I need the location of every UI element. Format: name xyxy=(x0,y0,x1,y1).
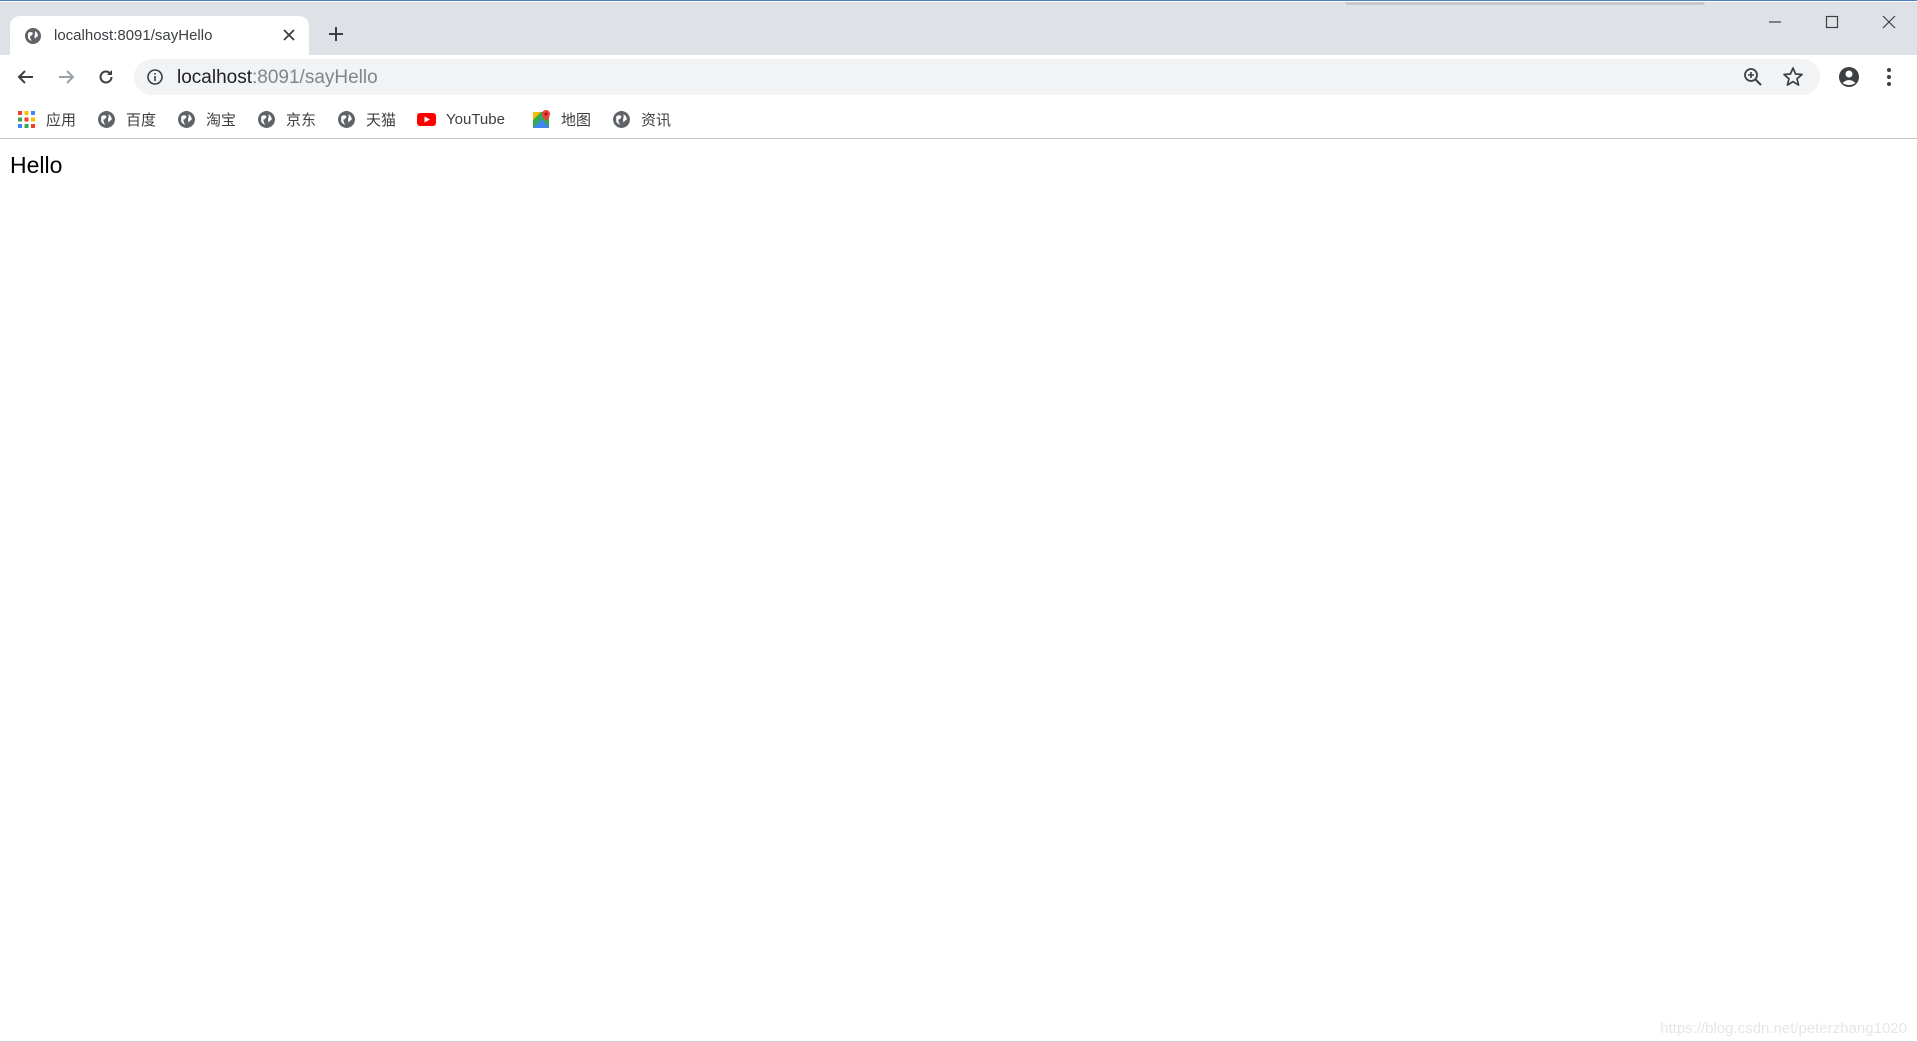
bookmark-youtube[interactable]: YouTube xyxy=(417,108,505,130)
maximize-icon[interactable] xyxy=(1803,3,1860,41)
bookmark-maps[interactable]: 地图 xyxy=(532,108,591,130)
info-icon[interactable] xyxy=(146,68,164,86)
globe-icon xyxy=(24,27,42,45)
bookmark-label: 应用 xyxy=(46,111,77,129)
address-bar[interactable]: localhost:8091/sayHello xyxy=(134,59,1820,95)
close-window-icon[interactable] xyxy=(1860,3,1917,41)
profile-avatar-icon[interactable] xyxy=(1833,61,1865,93)
globe-icon xyxy=(338,110,355,128)
watermark: https://blog.csdn.net/peterzhang1020 xyxy=(1660,1020,1907,1037)
back-arrow-icon[interactable] xyxy=(10,61,42,93)
bookmark-label: 地图 xyxy=(561,111,592,129)
menu-kebab-icon[interactable] xyxy=(1873,61,1905,93)
tab-title: localhost:8091/sayHello xyxy=(54,27,213,44)
close-tab-icon[interactable] xyxy=(278,24,300,46)
new-tab-icon[interactable] xyxy=(322,20,350,48)
maps-icon xyxy=(533,109,550,128)
url-text[interactable]: localhost:8091/sayHello xyxy=(177,67,378,89)
bookmark-label: 天猫 xyxy=(366,111,397,129)
browser-toolbar: localhost:8091/sayHello xyxy=(0,55,1917,99)
window-drag-indicator xyxy=(1345,2,1705,5)
globe-icon xyxy=(613,110,630,128)
globe-icon xyxy=(258,110,275,128)
bookmark-news[interactable]: 资讯 xyxy=(612,108,671,130)
bookmark-taobao[interactable]: 淘宝 xyxy=(177,108,236,130)
globe-icon xyxy=(98,110,115,128)
url-host: localhost xyxy=(177,67,252,88)
forward-arrow-icon[interactable] xyxy=(50,61,82,93)
reload-icon[interactable] xyxy=(90,61,122,93)
bookmark-apps[interactable]: 应用 xyxy=(17,108,76,130)
bookmark-jd[interactable]: 京东 xyxy=(257,108,316,130)
youtube-icon xyxy=(417,112,436,126)
bookmark-label: YouTube xyxy=(446,110,505,128)
minimize-icon[interactable] xyxy=(1746,3,1803,41)
url-path: :8091/sayHello xyxy=(252,67,378,88)
bookmark-star-icon[interactable] xyxy=(1781,65,1805,89)
tab-active[interactable]: localhost:8091/sayHello xyxy=(10,16,309,55)
zoom-icon[interactable] xyxy=(1741,65,1765,89)
bookmark-baidu[interactable]: 百度 xyxy=(97,108,156,130)
tab-strip: localhost:8091/sayHello xyxy=(0,2,1917,55)
browser-window: localhost:8091/sayHello localhost:8091/s… xyxy=(0,0,1917,1042)
globe-icon xyxy=(178,110,195,128)
bookmark-label: 百度 xyxy=(126,111,157,129)
bookmark-label: 京东 xyxy=(286,111,317,129)
bookmark-tmall[interactable]: 天猫 xyxy=(337,108,396,130)
bookmarks-bar: 应用 百度 淘宝 京东 天猫 YouTube 地图 资讯 xyxy=(0,99,1917,139)
bookmark-label: 淘宝 xyxy=(206,111,237,129)
page-content: Hello https://blog.csdn.net/peterzhang10… xyxy=(0,140,1917,1042)
bookmark-label: 资讯 xyxy=(641,111,672,129)
page-body-text: Hello xyxy=(10,152,63,178)
apps-grid-icon xyxy=(18,110,35,128)
